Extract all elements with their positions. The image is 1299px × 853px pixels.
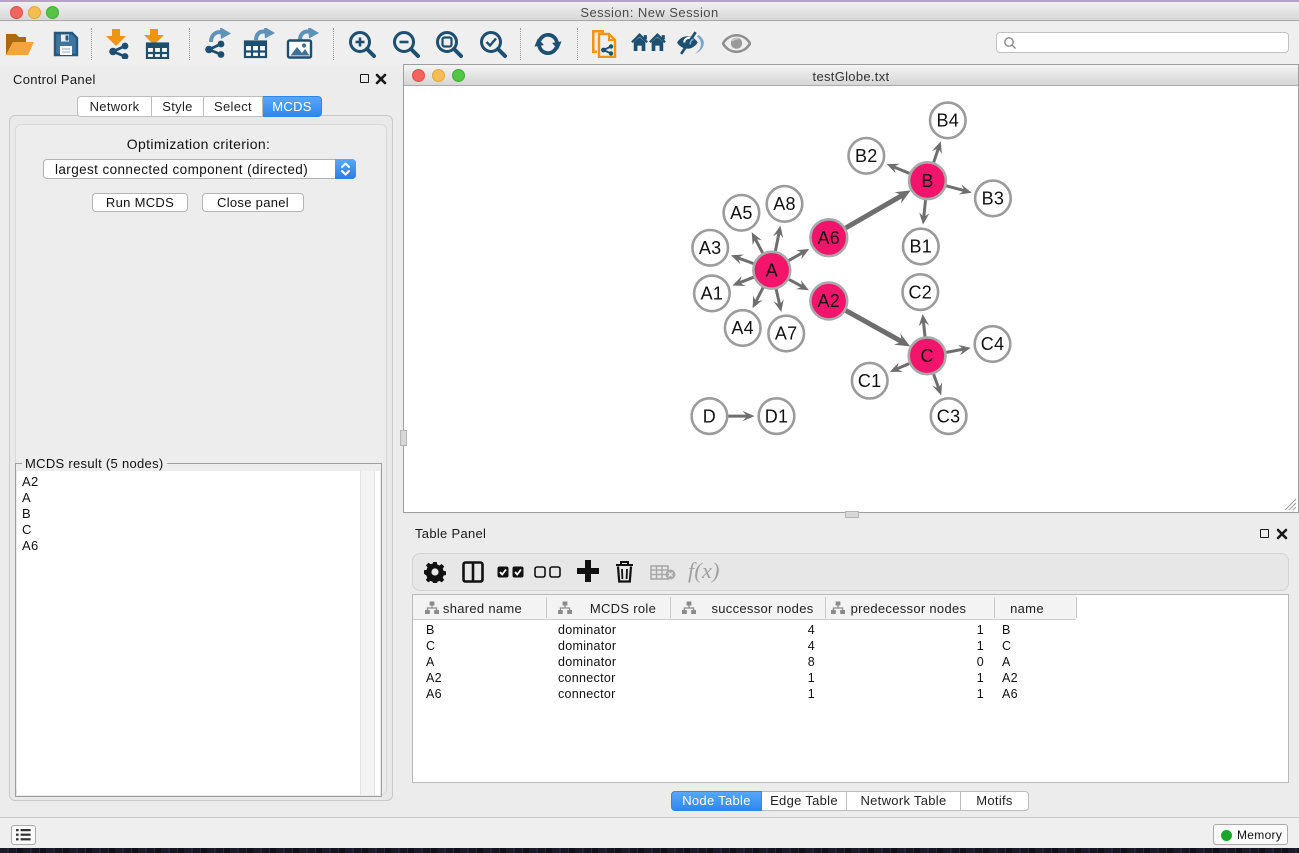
svg-text:B2: B2 [855, 146, 878, 166]
svg-text:B1: B1 [909, 237, 932, 257]
svg-text:B: B [921, 171, 933, 191]
svg-text:C4: C4 [981, 334, 1005, 354]
svg-text:A8: A8 [773, 194, 796, 214]
svg-text:B4: B4 [936, 111, 959, 131]
svg-text:D1: D1 [765, 406, 789, 426]
svg-text:C2: C2 [908, 282, 932, 302]
svg-text:C3: C3 [937, 406, 961, 426]
svg-text:A7: A7 [775, 324, 798, 344]
svg-text:D: D [703, 406, 716, 426]
svg-text:C1: C1 [858, 371, 882, 391]
svg-text:A5: A5 [730, 203, 753, 223]
svg-text:A1: A1 [701, 284, 724, 304]
svg-text:A4: A4 [731, 318, 754, 338]
svg-text:A2: A2 [817, 291, 840, 311]
svg-text:B3: B3 [982, 189, 1005, 209]
svg-text:A3: A3 [699, 238, 722, 258]
svg-text:C: C [920, 346, 933, 366]
svg-text:A: A [766, 260, 778, 280]
svg-text:A6: A6 [817, 228, 840, 248]
